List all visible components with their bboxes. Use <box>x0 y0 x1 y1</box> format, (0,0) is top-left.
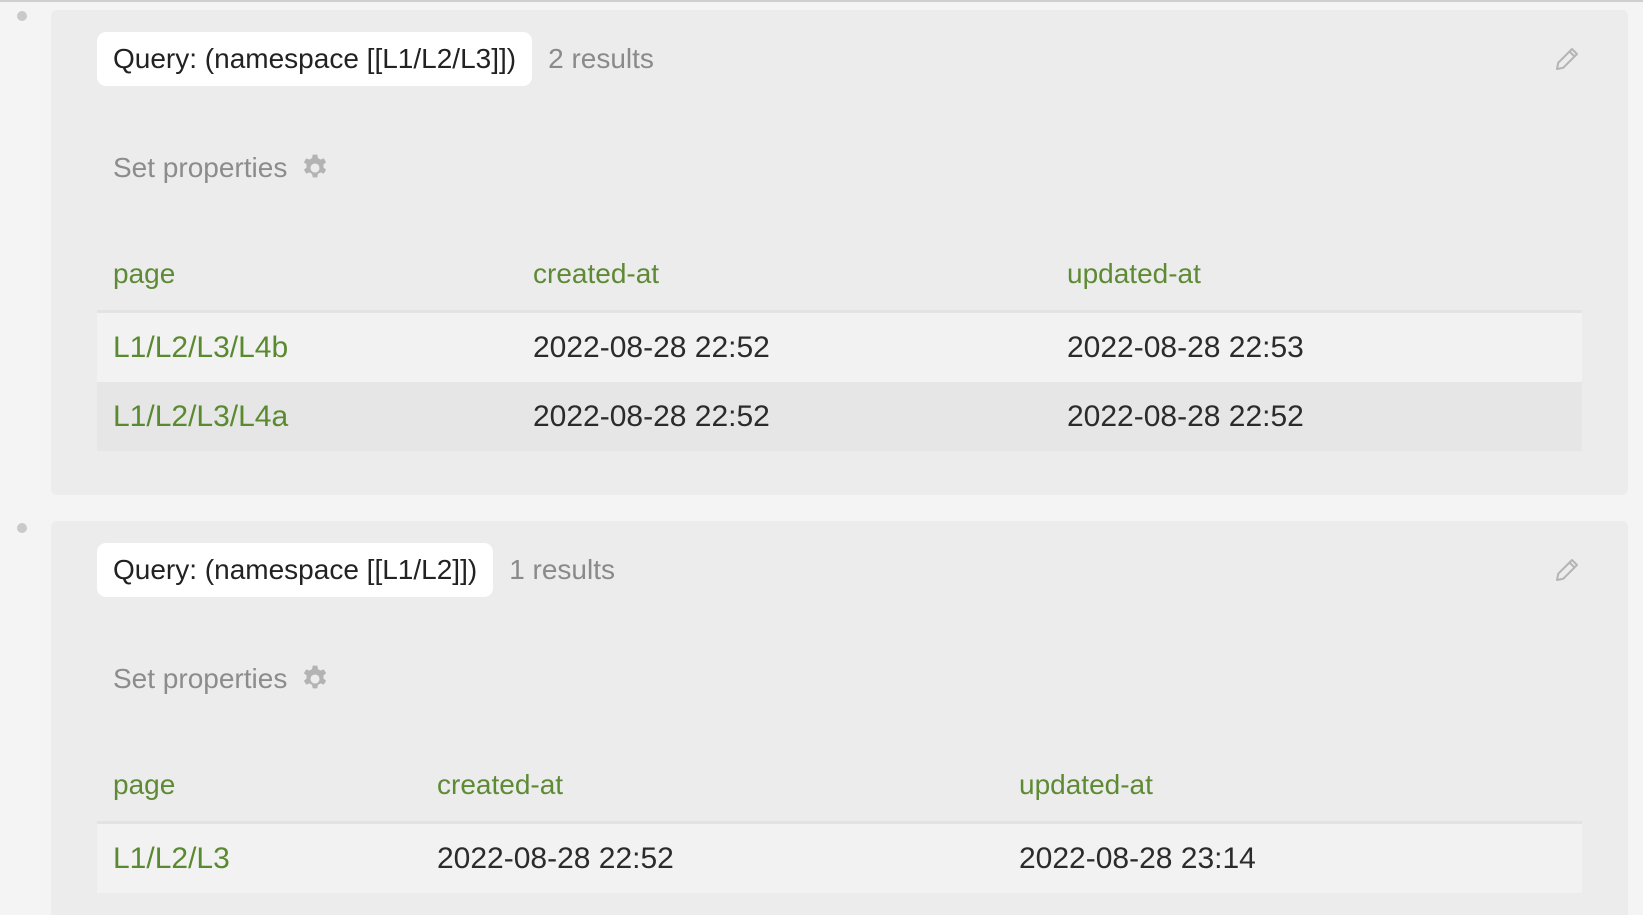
query-header: Query: (namespace [[L1/L2/L3]]) 2 result… <box>97 32 654 86</box>
column-header-created-at[interactable]: created-at <box>533 238 659 310</box>
column-header-page[interactable]: page <box>113 238 175 310</box>
created-at-value: 2022-08-28 22:52 <box>533 330 770 364</box>
created-at-value: 2022-08-28 22:52 <box>533 399 770 433</box>
pencil-icon[interactable] <box>1552 44 1582 74</box>
table-row: L1/L2/L3/L4a 2022-08-28 22:52 2022-08-28… <box>97 382 1582 451</box>
query-block-namespace-l2: Query: (namespace [[L1/L2]]) 1 results S… <box>51 521 1628 915</box>
query-title[interactable]: Query: (namespace [[L1/L2]]) <box>97 543 494 597</box>
table-header-row: page created-at updated-at <box>97 749 1582 824</box>
column-header-updated-at[interactable]: updated-at <box>1067 238 1201 310</box>
updated-at-value: 2022-08-28 22:52 <box>1067 399 1304 433</box>
results-count: 2 results <box>548 43 654 74</box>
block-bullet-icon[interactable] <box>17 523 27 533</box>
column-header-created-at[interactable]: created-at <box>437 749 563 821</box>
query-title[interactable]: Query: (namespace [[L1/L2/L3]]) <box>97 32 533 86</box>
results-table: page created-at updated-at L1/L2/L3/L4b … <box>97 238 1582 451</box>
created-at-value: 2022-08-28 22:52 <box>437 841 674 875</box>
pencil-icon[interactable] <box>1552 555 1582 585</box>
page-link[interactable]: L1/L2/L3/L4a <box>113 382 288 451</box>
column-header-updated-at[interactable]: updated-at <box>1019 749 1153 821</box>
results-count: 1 results <box>509 554 616 585</box>
query-header: Query: (namespace [[L1/L2]]) 1 results <box>97 543 615 597</box>
top-divider <box>0 0 1643 2</box>
set-properties-label: Set properties <box>113 152 288 183</box>
table-header-row: page created-at updated-at <box>97 238 1582 313</box>
page-link[interactable]: L1/L2/L3/L4b <box>113 313 288 382</box>
gear-icon <box>304 665 327 689</box>
updated-at-value: 2022-08-28 22:53 <box>1067 330 1304 364</box>
block-bullet-icon[interactable] <box>17 11 27 21</box>
query-block-namespace-l3: Query: (namespace [[L1/L2/L3]]) 2 result… <box>51 10 1628 495</box>
gear-icon <box>304 154 327 178</box>
column-header-page[interactable]: page <box>113 749 175 821</box>
set-properties-label: Set properties <box>113 663 288 694</box>
results-table: page created-at updated-at L1/L2/L3 2022… <box>97 749 1582 893</box>
page-link[interactable]: L1/L2/L3 <box>113 824 230 893</box>
set-properties-button[interactable]: Set properties <box>113 152 331 184</box>
updated-at-value: 2022-08-28 23:14 <box>1019 841 1256 875</box>
table-row: L1/L2/L3 2022-08-28 22:52 2022-08-28 23:… <box>97 824 1582 893</box>
table-row: L1/L2/L3/L4b 2022-08-28 22:52 2022-08-28… <box>97 313 1582 382</box>
set-properties-button[interactable]: Set properties <box>113 663 331 695</box>
